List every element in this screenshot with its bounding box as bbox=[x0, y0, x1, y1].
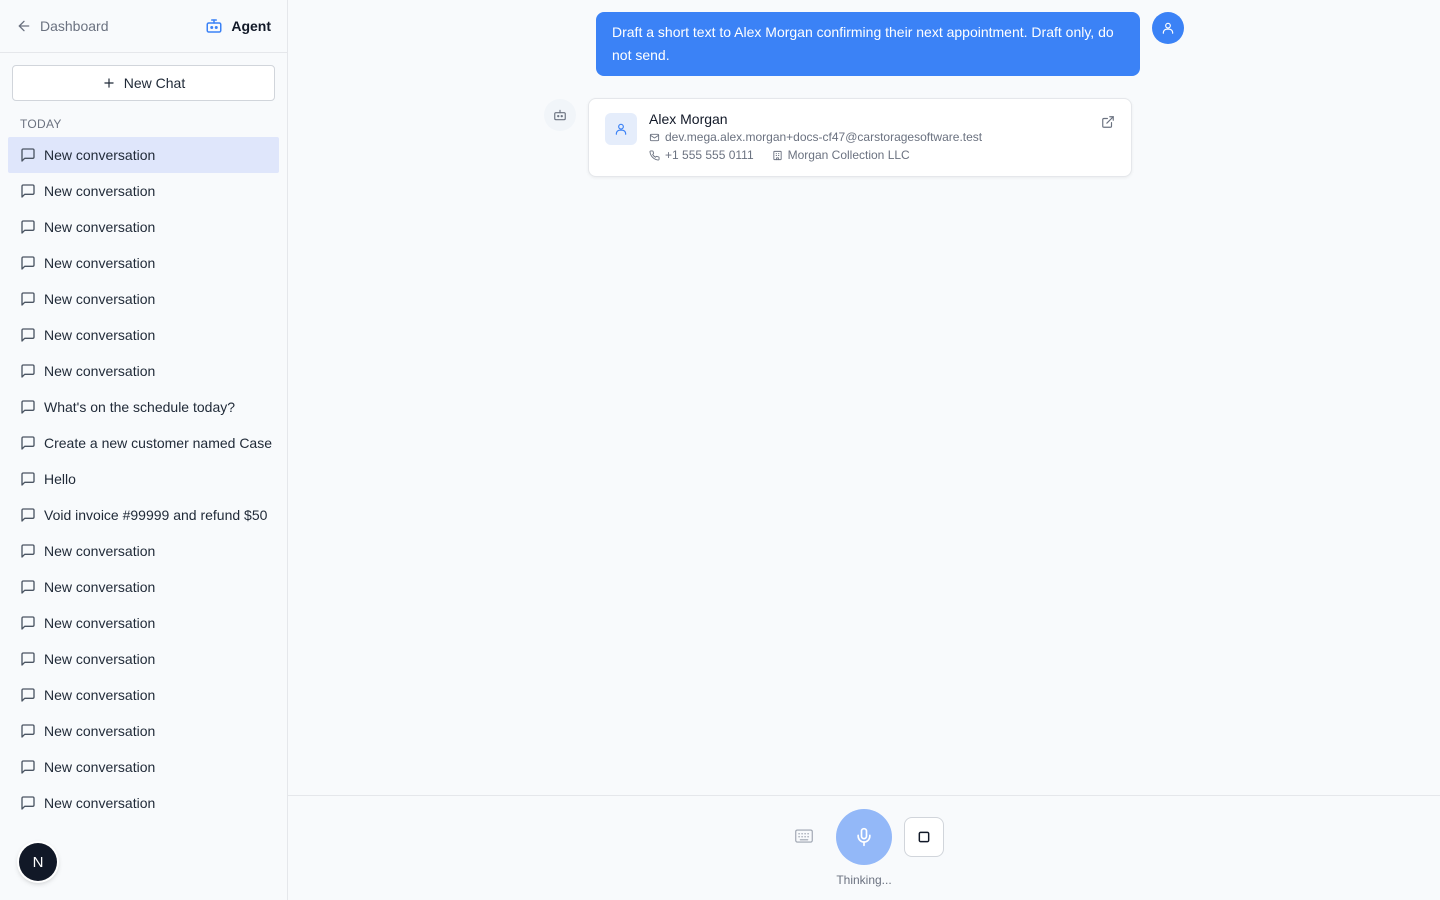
message-square-icon bbox=[21, 400, 35, 414]
message-square-icon bbox=[21, 328, 35, 342]
message-square-icon bbox=[21, 220, 35, 234]
stop-button[interactable] bbox=[904, 817, 944, 857]
message-square-icon bbox=[21, 256, 35, 270]
contact-phone: +1 555 555 0111 bbox=[665, 148, 754, 162]
conversation-title: New conversation bbox=[44, 723, 156, 739]
conversation-title: Hello bbox=[44, 471, 76, 487]
conversation-item[interactable]: New conversation bbox=[8, 281, 279, 317]
plus-icon bbox=[104, 78, 114, 88]
conversation-item[interactable]: New conversation bbox=[8, 749, 279, 785]
conversation-title: New conversation bbox=[44, 219, 156, 235]
conversation-title: New conversation bbox=[44, 183, 156, 199]
contact-card[interactable]: Alex Morgan dev.mega.alex.morgan+docs-cf… bbox=[588, 98, 1132, 177]
contact-email: dev.mega.alex.morgan+docs-cf47@carstorag… bbox=[665, 130, 983, 144]
status-text: Thinking... bbox=[836, 873, 892, 887]
conversation-title: Void invoice #99999 and refund $50 bbox=[44, 507, 268, 523]
conversation-item[interactable]: New conversation bbox=[8, 713, 279, 749]
conversation-item[interactable]: New conversation bbox=[8, 245, 279, 281]
conversation-item[interactable]: New conversation bbox=[8, 677, 279, 713]
message-square-icon bbox=[21, 184, 35, 198]
user-initial: N bbox=[32, 853, 44, 871]
conversation-title: New conversation bbox=[44, 687, 156, 703]
conversation-item[interactable]: New conversation bbox=[8, 173, 279, 209]
conversation-list: New conversation New conversation New conv… bbox=[8, 137, 279, 821]
building-icon bbox=[773, 150, 782, 160]
message-square-icon bbox=[21, 760, 35, 774]
conversation-item[interactable]: What's on the schedule today? bbox=[8, 389, 279, 425]
mic-icon bbox=[857, 827, 871, 847]
sidebar-header: Dashboard Agent bbox=[0, 0, 287, 53]
message-square-icon bbox=[21, 508, 35, 522]
conversation-item[interactable]: Void invoice #99999 and refund $50 bbox=[8, 497, 279, 533]
conversation-item[interactable]: New conversation bbox=[8, 317, 279, 353]
mail-icon bbox=[649, 133, 660, 141]
message-square-icon bbox=[21, 364, 35, 378]
keyboard-icon[interactable] bbox=[795, 829, 813, 843]
conversation-title: New conversation bbox=[44, 327, 156, 343]
bot-avatar bbox=[544, 99, 576, 131]
agent-title: Agent bbox=[205, 17, 271, 35]
arrow-left-icon bbox=[18, 20, 30, 32]
conversation-title: New conversation bbox=[44, 255, 156, 271]
conversation-title: New conversation bbox=[44, 615, 156, 631]
conversation-title: New conversation bbox=[44, 363, 156, 379]
external-link-icon[interactable] bbox=[1101, 115, 1115, 129]
conversation-item[interactable]: New conversation bbox=[8, 785, 279, 821]
contact-name: Alex Morgan bbox=[649, 111, 728, 127]
dashboard-back-link[interactable]: Dashboard bbox=[16, 18, 109, 34]
contact-email-row: dev.mega.alex.morgan+docs-cf47@carstorag… bbox=[649, 130, 982, 144]
conversation-title: What's on the schedule today? bbox=[44, 399, 236, 415]
conversation-title: New conversation bbox=[44, 651, 156, 667]
conversation-title: New conversation bbox=[44, 291, 156, 307]
message-square-icon bbox=[21, 796, 35, 810]
user-message-bubble: Draft a short text to Alex Morgan confir… bbox=[596, 12, 1140, 76]
user-avatar-badge[interactable]: N bbox=[19, 843, 57, 881]
robot-icon bbox=[206, 19, 222, 33]
contact-avatar bbox=[605, 113, 637, 145]
contact-meta-row: +1 555 555 0111 Morgan Collection LLC bbox=[649, 148, 910, 162]
new-chat-label: New Chat bbox=[123, 75, 186, 91]
conversation-title: New conversation bbox=[44, 147, 156, 163]
conversation-item[interactable]: New conversation bbox=[8, 605, 279, 641]
message-square-icon bbox=[21, 580, 35, 594]
conversation-title: New conversation bbox=[44, 795, 156, 811]
conversation-title: New conversation bbox=[44, 759, 156, 775]
robot-icon bbox=[554, 109, 566, 121]
new-chat-button[interactable]: New Chat bbox=[12, 65, 275, 101]
user-icon bbox=[1162, 22, 1174, 34]
conversation-item[interactable]: New conversation bbox=[8, 353, 279, 389]
message-square-icon bbox=[21, 148, 35, 162]
agent-title-label: Agent bbox=[231, 18, 271, 34]
conversation-title: Create a new customer named Case bbox=[44, 435, 272, 451]
message-square-icon bbox=[21, 652, 35, 666]
conversation-title: New conversation bbox=[44, 579, 156, 595]
message-square-icon bbox=[21, 544, 35, 558]
conversation-item[interactable]: New conversation bbox=[8, 137, 279, 173]
voice-control-bar: Thinking... bbox=[288, 795, 1440, 900]
conversation-item[interactable]: Create a new customer named Case bbox=[8, 425, 279, 461]
phone-icon bbox=[649, 149, 660, 160]
conversation-item[interactable]: New conversation bbox=[8, 641, 279, 677]
dashboard-back-label: Dashboard bbox=[40, 18, 109, 34]
conversation-item[interactable]: Hello bbox=[8, 461, 279, 497]
stop-square-icon bbox=[918, 831, 930, 843]
user-avatar bbox=[1152, 12, 1184, 44]
conversation-item[interactable]: New conversation bbox=[8, 533, 279, 569]
microphone-button[interactable] bbox=[836, 809, 892, 865]
contact-company: Morgan Collection LLC bbox=[787, 148, 910, 162]
chat-main: Draft a short text to Alex Morgan confir… bbox=[288, 0, 1440, 900]
conversation-item[interactable]: New conversation bbox=[8, 209, 279, 245]
sidebar: Dashboard Agent New Chat TODAY New conve… bbox=[0, 0, 288, 900]
conversation-title: New conversation bbox=[44, 543, 156, 559]
message-square-icon bbox=[21, 292, 35, 306]
message-square-icon bbox=[21, 616, 35, 630]
message-square-icon bbox=[21, 724, 35, 738]
user-icon bbox=[615, 123, 627, 135]
message-square-icon bbox=[21, 472, 35, 486]
section-label-today: TODAY bbox=[20, 117, 62, 131]
conversation-item[interactable]: New conversation bbox=[8, 569, 279, 605]
message-square-icon bbox=[21, 688, 35, 702]
message-square-icon bbox=[21, 436, 35, 450]
